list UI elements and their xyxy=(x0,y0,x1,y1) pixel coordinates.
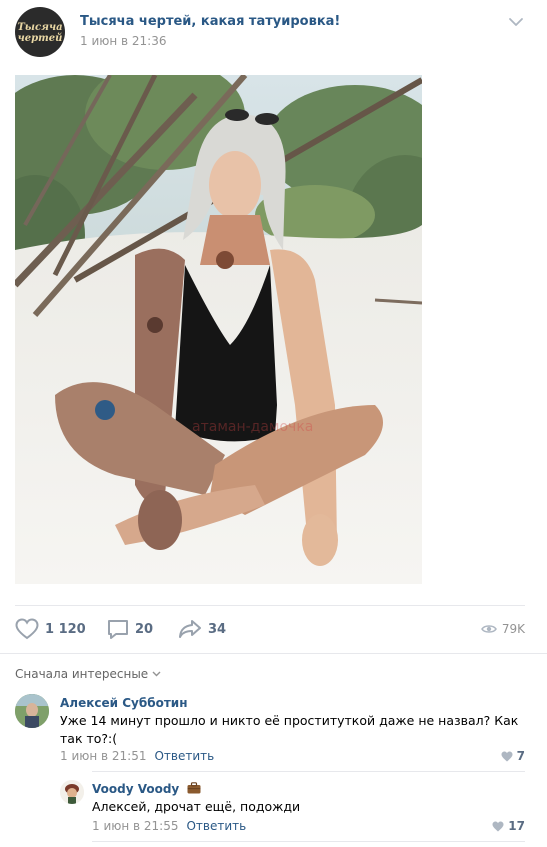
comment-button[interactable]: 20 xyxy=(107,606,153,652)
divider xyxy=(0,653,547,654)
reply-button[interactable]: Ответить xyxy=(186,819,246,833)
likes-count: 1 120 xyxy=(45,621,86,637)
like-button[interactable]: 1 120 xyxy=(15,606,86,652)
chevron-down-icon[interactable] xyxy=(508,14,524,30)
comments-sort-dropdown[interactable]: Сначала интересные xyxy=(15,667,161,681)
comment-author[interactable]: Алексей Субботин xyxy=(60,696,187,710)
photo-watermark: атаман-дамочка xyxy=(192,419,314,435)
speech-bubble-icon xyxy=(108,620,128,639)
comment-like-button[interactable]: 17 xyxy=(492,819,525,833)
heart-icon xyxy=(15,618,39,640)
comment-meta: 1 июн в 21:55 Ответить xyxy=(92,819,246,833)
comment-avatar[interactable] xyxy=(60,780,84,804)
comment-text: Уже 14 минут прошло и никто её проститут… xyxy=(60,713,519,746)
comment-meta: 1 июн в 21:51 Ответить xyxy=(60,749,214,763)
post-photo[interactable]: атаман-дамочка xyxy=(15,75,422,584)
heart-icon xyxy=(492,821,504,831)
comment-avatar[interactable] xyxy=(15,694,49,728)
post-header: Тысяча чертей Тысяча чертей, какая татуи… xyxy=(0,0,547,64)
shares-count: 34 xyxy=(208,621,227,637)
comment-author-name: Voody Voody xyxy=(92,782,180,796)
comment-author[interactable]: Voody Voody xyxy=(92,782,201,797)
views-count: 79K xyxy=(501,622,525,636)
comment-likes-count: 17 xyxy=(508,819,525,833)
share-arrow-icon xyxy=(179,620,201,638)
chevron-down-icon xyxy=(152,671,161,677)
sort-label: Сначала интересные xyxy=(15,667,149,681)
comment-date[interactable]: 1 июн в 21:55 xyxy=(92,819,178,833)
comment-text: Алексей, дрочат ещё, подожди xyxy=(92,799,301,814)
comment-reply-item: Voody Voody Алексей, дрочат ещё, подожди… xyxy=(0,776,547,840)
share-button[interactable]: 34 xyxy=(178,606,226,652)
post-date[interactable]: 1 июн в 21:36 xyxy=(80,34,166,48)
divider xyxy=(92,841,525,842)
comment-likes-count: 7 xyxy=(516,749,525,763)
comment-item: Алексей Субботин Уже 14 минут прошло и н… xyxy=(0,690,547,770)
briefcase-icon xyxy=(187,782,201,797)
post-actions: 1 120 20 34 79K xyxy=(0,606,547,652)
avatar-text-line1: Тысяча xyxy=(17,22,63,33)
avatar-text-line2: чертей xyxy=(17,33,63,44)
views-counter: 79K xyxy=(480,606,525,652)
group-avatar[interactable]: Тысяча чертей xyxy=(15,7,65,57)
eye-icon xyxy=(480,625,497,633)
comments-count: 20 xyxy=(135,621,154,637)
comment-date[interactable]: 1 июн в 21:51 xyxy=(60,749,146,763)
comment-like-button[interactable]: 7 xyxy=(501,749,525,763)
divider xyxy=(92,771,525,772)
reply-button[interactable]: Ответить xyxy=(154,749,214,763)
group-name-link[interactable]: Тысяча чертей, какая татуировка! xyxy=(80,14,340,29)
heart-icon xyxy=(501,751,513,761)
